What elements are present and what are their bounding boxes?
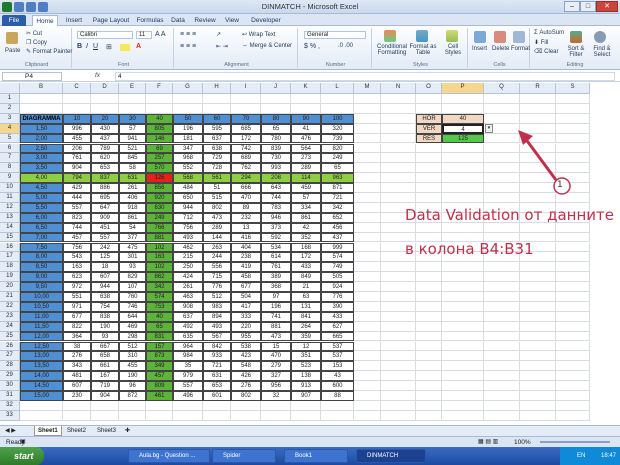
- arrow-shaft: [523, 137, 558, 181]
- sheet-tab-3[interactable]: Sheet3: [94, 426, 119, 436]
- annotation-text-line1: Data Validation от данните: [405, 206, 614, 224]
- sheet-nav-icon[interactable]: ◀ ▶: [2, 426, 19, 436]
- start-button[interactable]: start: [0, 447, 44, 465]
- clock: 18:47: [600, 453, 616, 459]
- language-indicator[interactable]: EN: [577, 453, 585, 459]
- sheet-tab-bar: ◀ ▶ Sheet1 Sheet2 Sheet3 ✚: [0, 425, 620, 436]
- annotation-badge-number: 1: [557, 180, 563, 190]
- sheet-tab-2[interactable]: Sheet2: [64, 426, 89, 436]
- taskbar-item-4[interactable]: DINMATCH: [356, 449, 426, 463]
- taskbar-item-1[interactable]: Aula.bg - Question ...: [128, 449, 210, 463]
- insert-sheet-icon[interactable]: ✚: [122, 426, 133, 436]
- annotation-text-line2: в колона В4:В31: [405, 240, 534, 258]
- system-tray: EN 18:47: [560, 447, 620, 465]
- taskbar-item-3[interactable]: Book1: [284, 449, 348, 463]
- status-bar: Ready ▣ ▦ ▤ ▥ 100%: [0, 436, 620, 447]
- annotation-arrow: [518, 130, 571, 195]
- taskbar-item-2[interactable]: Spider: [212, 449, 276, 463]
- taskbar: start Aula.bg - Question ... Spider Book…: [0, 447, 620, 465]
- sheet-tab-1[interactable]: Sheet1: [34, 426, 62, 436]
- arrow-head: [518, 130, 533, 145]
- zoom-slider[interactable]: [540, 441, 610, 443]
